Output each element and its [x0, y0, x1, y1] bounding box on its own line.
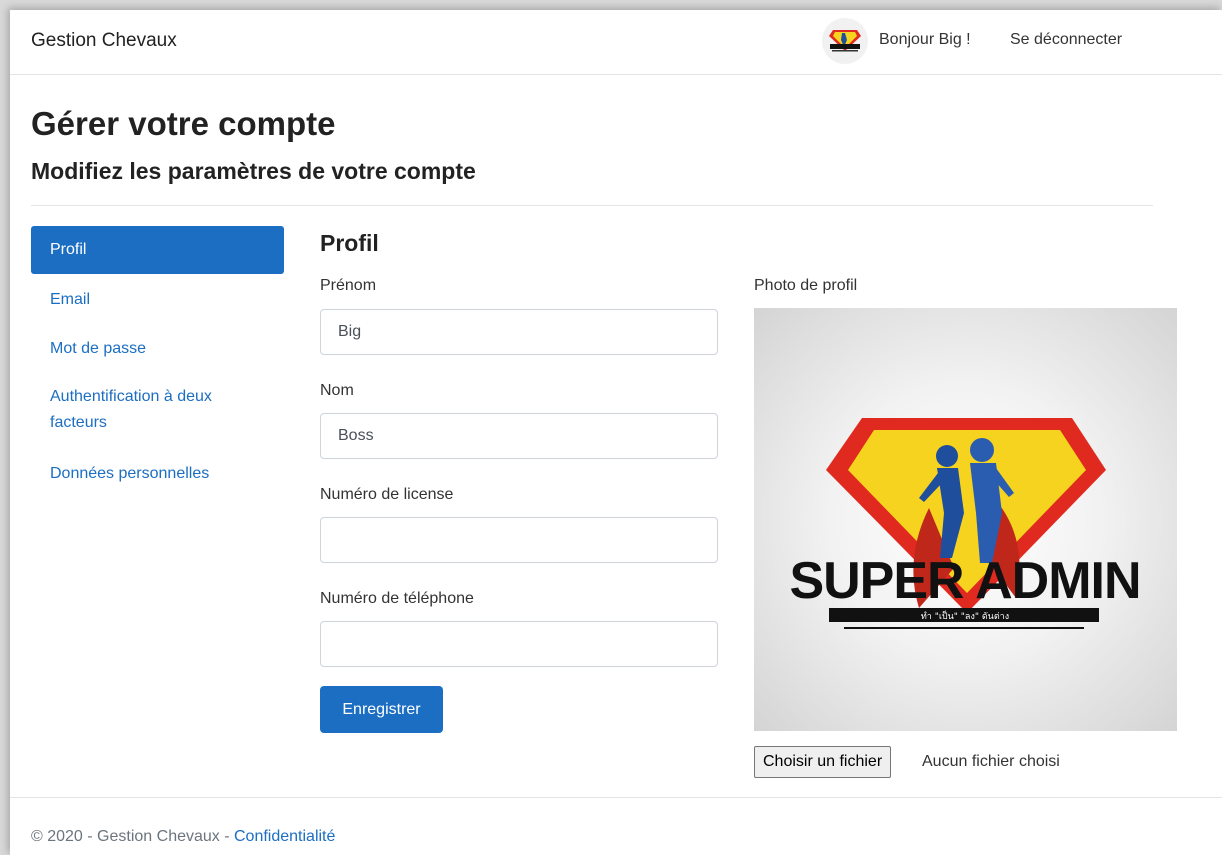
navbar: Gestion Chevaux Bonjour Big ! Se déconne…: [10, 10, 1222, 75]
user-avatar[interactable]: [822, 18, 868, 64]
lastname-input[interactable]: [320, 413, 718, 459]
choose-file-button[interactable]: Choisir un fichier: [754, 746, 892, 778]
license-label: Numéro de license: [320, 486, 454, 503]
logout-link[interactable]: Se déconnecter: [1010, 31, 1122, 49]
sidebar-item-email[interactable]: Email: [31, 287, 284, 313]
sidebar-item-label: Authentification à deux facteurs: [50, 388, 212, 431]
privacy-link[interactable]: Confidentialité: [234, 828, 335, 845]
super-admin-logo: SUPER ADMIN ทำ "เป็น" "ลง" ดันต่าง: [789, 418, 1142, 629]
firstname-label: Prénom: [320, 277, 377, 294]
footer: © 2020 - Gestion Chevaux - Confidentiali…: [31, 828, 335, 846]
brand-link[interactable]: Gestion Chevaux: [31, 30, 177, 52]
save-button[interactable]: Enregistrer: [320, 686, 443, 733]
firstname-input[interactable]: [320, 309, 718, 355]
phone-input[interactable]: [320, 621, 718, 667]
page-title: Gérer votre compte: [31, 105, 336, 142]
sidebar-item-label: Email: [50, 291, 91, 308]
page-subtitle: Modifiez les paramètres de votre compte: [31, 158, 476, 184]
sidebar-item-personal-data[interactable]: Données personnelles: [31, 461, 284, 487]
lastname-label: Nom: [320, 382, 354, 399]
divider: [31, 205, 1153, 206]
browser-page: Gestion Chevaux Bonjour Big ! Se déconne…: [10, 10, 1222, 855]
sidebar-item-profil[interactable]: Profil: [31, 226, 284, 274]
sidebar-item-label: Données personnelles: [50, 465, 210, 482]
profile-photo: SUPER ADMIN ทำ "เป็น" "ลง" ดันต่าง: [754, 308, 1177, 731]
file-status: Aucun fichier choisi: [922, 753, 1060, 770]
sidebar-item-two-factor[interactable]: Authentification à deux facteurs: [31, 384, 251, 436]
sidebar-item-label: Profil: [50, 241, 87, 258]
phone-label: Numéro de téléphone: [320, 590, 474, 607]
footer-copyright: © 2020 - Gestion Chevaux -: [31, 828, 234, 845]
user-greeting[interactable]: Bonjour Big !: [879, 31, 971, 49]
photo-label: Photo de profil: [754, 277, 858, 294]
footer-divider: [10, 797, 1222, 798]
sidebar-item-password[interactable]: Mot de passe: [31, 336, 284, 362]
license-input[interactable]: [320, 517, 718, 563]
logo-text: SUPER ADMIN: [789, 552, 1140, 610]
form-title: Profil: [320, 230, 379, 256]
sidebar-item-label: Mot de passe: [50, 340, 147, 357]
